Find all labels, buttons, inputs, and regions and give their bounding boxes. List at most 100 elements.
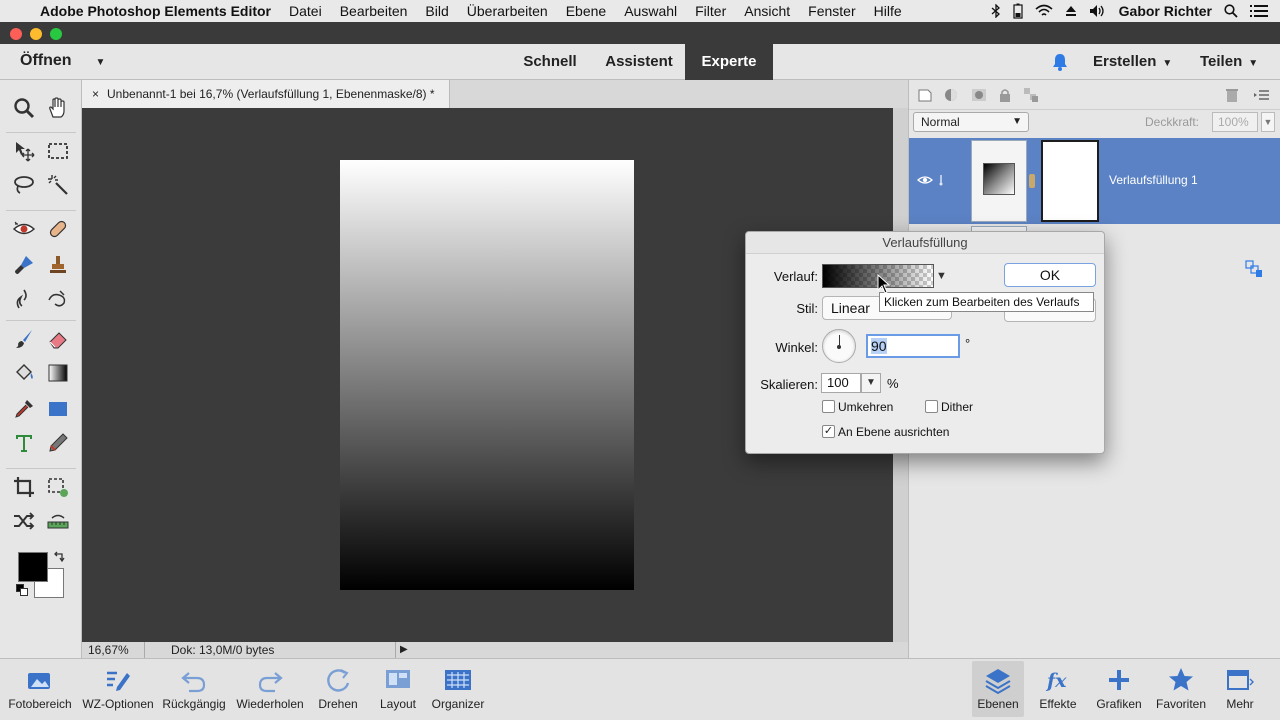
- open-button[interactable]: Öffnen ▼: [20, 52, 105, 70]
- lock-transparent-icon[interactable]: [1023, 87, 1039, 103]
- menu-filter[interactable]: Filter: [695, 3, 726, 19]
- lasso-tool[interactable]: [10, 171, 38, 199]
- photo-bin-button[interactable]: Fotobereich: [0, 661, 80, 717]
- eject-icon[interactable]: [1065, 5, 1077, 17]
- menu-hilfe[interactable]: Hilfe: [874, 3, 902, 19]
- opacity-input[interactable]: 100%: [1212, 112, 1258, 132]
- gradient-picker-arrow-icon[interactable]: ▼: [936, 270, 947, 282]
- document-tab[interactable]: × Unbenannt-1 bei 16,7% (Verlaufsfüllung …: [82, 80, 450, 108]
- share-button[interactable]: Teilen ▼: [1200, 53, 1258, 70]
- graphics-button[interactable]: Grafiken: [1090, 661, 1148, 717]
- search-icon[interactable]: [1224, 4, 1238, 18]
- ok-button[interactable]: OK: [1004, 263, 1096, 287]
- mask-link-icon[interactable]: [1029, 174, 1035, 188]
- zoom-window-button[interactable]: [50, 28, 62, 40]
- effects-button[interactable]: fx Effekte: [1030, 661, 1086, 717]
- layer-row-gradient-fill[interactable]: Verlaufsfüllung 1: [909, 138, 1280, 224]
- layers-button[interactable]: Ebenen: [972, 661, 1024, 717]
- shape-tool[interactable]: [44, 395, 72, 423]
- favorites-button[interactable]: Favoriten: [1150, 661, 1212, 717]
- menu-fenster[interactable]: Fenster: [808, 3, 855, 19]
- list-icon[interactable]: [1250, 4, 1268, 18]
- user-name-menu[interactable]: Gabor Richter: [1119, 3, 1212, 19]
- move-tool[interactable]: [10, 137, 38, 165]
- quick-selection-tool[interactable]: [44, 171, 72, 199]
- layer-mask-thumbnail[interactable]: [1041, 140, 1099, 222]
- document-canvas-gradient[interactable]: [340, 160, 634, 590]
- battery-icon[interactable]: [1013, 3, 1023, 19]
- dither-checkbox[interactable]: [925, 400, 938, 413]
- blend-mode-select[interactable]: Normal ▼: [913, 112, 1029, 132]
- menu-bild[interactable]: Bild: [425, 3, 448, 19]
- notification-bell-icon[interactable]: [1050, 52, 1070, 72]
- close-document-icon[interactable]: ×: [92, 87, 99, 101]
- spot-healing-tool[interactable]: [44, 215, 72, 243]
- crop-tool[interactable]: [10, 473, 38, 501]
- zoom-level[interactable]: 16,67%: [88, 643, 129, 657]
- clone-stamp-tool[interactable]: [44, 251, 72, 279]
- tab-quick[interactable]: Schnell: [510, 44, 590, 80]
- more-button[interactable]: Mehr: [1212, 661, 1268, 717]
- red-eye-tool[interactable]: [10, 215, 38, 243]
- foreground-color-swatch[interactable]: [18, 552, 48, 582]
- close-window-button[interactable]: [10, 28, 22, 40]
- straighten-tool[interactable]: [44, 507, 72, 535]
- new-layer-icon[interactable]: [917, 87, 933, 103]
- eraser-icon: [49, 332, 67, 349]
- menu-datei[interactable]: Datei: [289, 3, 322, 19]
- undo-button[interactable]: Rückgängig: [154, 661, 234, 717]
- pencil-tool[interactable]: [44, 429, 72, 457]
- brush-tool[interactable]: [10, 325, 38, 353]
- rotate-icon: [327, 669, 350, 692]
- menu-ansicht[interactable]: Ansicht: [744, 3, 790, 19]
- reverse-checkbox[interactable]: [822, 400, 835, 413]
- open-button-label: Öffnen: [20, 52, 72, 69]
- visibility-eye-icon[interactable]: [917, 172, 933, 188]
- type-tool[interactable]: [10, 429, 38, 457]
- organizer-button[interactable]: Organizer: [418, 661, 498, 717]
- eraser-tool[interactable]: [44, 325, 72, 353]
- recompose-tool[interactable]: [44, 473, 72, 501]
- wifi-icon[interactable]: [1035, 4, 1053, 18]
- angle-input[interactable]: 90: [866, 334, 960, 358]
- app-name-menu[interactable]: Adobe Photoshop Elements Editor: [40, 3, 271, 19]
- link-layers-icon[interactable]: [1245, 260, 1263, 278]
- scale-dropdown-button[interactable]: ▼: [861, 373, 881, 393]
- blur-tool[interactable]: [10, 285, 38, 313]
- tool-options-button[interactable]: WZ-Optionen: [78, 661, 158, 717]
- gradient-tool[interactable]: [44, 359, 72, 387]
- panel-menu-icon[interactable]: [1254, 87, 1270, 103]
- status-menu-arrow-icon[interactable]: ▶: [400, 642, 408, 658]
- hand-tool[interactable]: [44, 94, 72, 122]
- layer-name[interactable]: Verlaufsfüllung 1: [1109, 173, 1198, 187]
- bluetooth-icon[interactable]: [991, 4, 1001, 18]
- smart-brush-tool[interactable]: [10, 251, 38, 279]
- layer-mask-icon[interactable]: [971, 87, 987, 103]
- angle-dial[interactable]: [822, 329, 856, 363]
- trash-icon[interactable]: [1224, 87, 1240, 103]
- menu-auswahl[interactable]: Auswahl: [624, 3, 677, 19]
- marquee-tool[interactable]: [44, 137, 72, 165]
- menu-ueberarbeiten[interactable]: Überarbeiten: [467, 3, 548, 19]
- menu-ebene[interactable]: Ebene: [566, 3, 606, 19]
- tab-expert[interactable]: Experte: [685, 44, 773, 80]
- content-aware-move-tool[interactable]: [10, 507, 38, 535]
- opacity-dropdown-button[interactable]: ▼: [1261, 112, 1275, 132]
- swap-colors-icon[interactable]: [52, 550, 66, 564]
- scale-input[interactable]: 100: [821, 373, 861, 393]
- svg-text:fx: fx: [1045, 670, 1067, 692]
- sponge-tool[interactable]: [44, 285, 72, 313]
- paint-bucket-tool[interactable]: [10, 359, 38, 387]
- adjustment-layer-icon[interactable]: [943, 87, 959, 103]
- menu-bearbeiten[interactable]: Bearbeiten: [340, 3, 408, 19]
- zoom-tool[interactable]: [10, 94, 38, 122]
- minimize-window-button[interactable]: [30, 28, 42, 40]
- lock-icon[interactable]: [997, 87, 1013, 103]
- tab-guided[interactable]: Assistent: [596, 44, 682, 80]
- layer-thumbnail[interactable]: [971, 140, 1027, 222]
- default-colors-icon[interactable]: [16, 584, 28, 596]
- volume-icon[interactable]: [1089, 4, 1107, 18]
- align-with-layer-checkbox[interactable]: ✓: [822, 425, 835, 438]
- create-button[interactable]: Erstellen ▼: [1093, 53, 1172, 70]
- eyedropper-tool[interactable]: [10, 395, 38, 423]
